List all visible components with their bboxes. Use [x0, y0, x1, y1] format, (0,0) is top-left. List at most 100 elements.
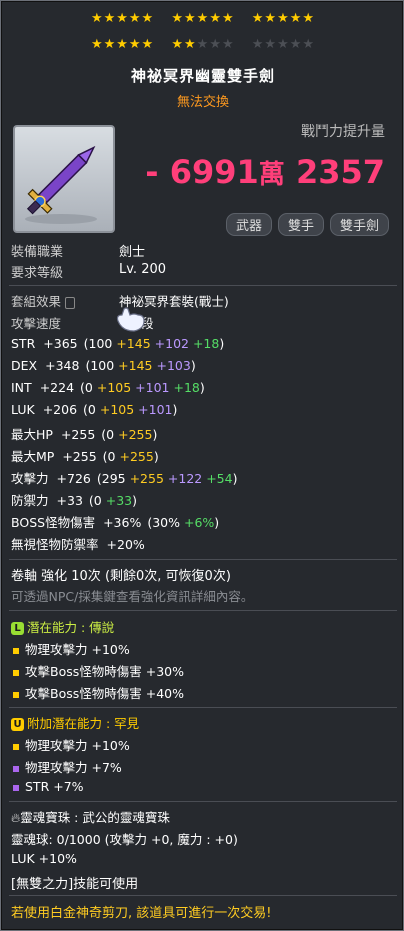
star-group: ★★★★★	[171, 11, 235, 26]
potential-line: 攻擊Boss怪物時傷害 +30%	[11, 661, 184, 680]
stat-total: +348	[45, 358, 80, 373]
item-tooltip: ★★★★★ ★★★★★ ★★★★★ ★★★★★ ★★★★★ ★★★★★ 神祕冥界…	[0, 0, 404, 931]
star-group: ★★★★★	[90, 37, 155, 52]
job-value: 劍士	[119, 245, 146, 260]
stat-part: (0	[88, 493, 106, 508]
combat-power-number-1: - 6991	[145, 153, 259, 191]
divider	[9, 610, 397, 611]
stat-part: )	[172, 402, 178, 417]
divider	[9, 801, 397, 802]
stat-total: +206	[42, 402, 78, 417]
item-name: 神祕冥界幽靈雙手劍	[130, 67, 275, 85]
attack-speed-label: 攻擊速度	[11, 316, 62, 331]
potential-line: STR +7%	[11, 779, 84, 794]
stat-name: DEX	[11, 358, 38, 373]
stat-name: 攻擊力	[11, 471, 49, 486]
stat-part: )	[232, 471, 238, 486]
stat-name: 無視怪物防禦率	[11, 537, 99, 552]
potential-text: STR +7%	[25, 779, 84, 794]
flame-icon: 🔥︎	[11, 810, 21, 825]
lock-icon	[65, 296, 75, 309]
combat-power-label: 戰鬥力提升量	[301, 124, 385, 140]
combat-power-unit: 萬	[258, 160, 285, 190]
stat-part: +145	[116, 336, 151, 351]
stat-part: +105	[99, 402, 135, 417]
stat-total: +365	[43, 336, 78, 351]
stat-total: +36%	[103, 515, 142, 530]
stat-part: +255	[129, 471, 164, 486]
bullet-icon	[13, 691, 19, 698]
stat-part: (0	[102, 449, 120, 464]
potential-line: 物理攻擊力 +7%	[11, 757, 122, 776]
sword-icon	[25, 145, 97, 224]
bonus-potential-header: U 附加潛在能力 : 罕見	[11, 713, 139, 732]
star-force-row-2: ★★★★★ ★★★★★ ★★★★★	[1, 37, 403, 52]
stat-row: 防禦力 +33 (0 +33)	[11, 490, 137, 509]
stat-part: )	[190, 358, 196, 373]
stat-total: +726	[56, 471, 91, 486]
job-label: 裝備職業	[11, 245, 64, 260]
star-group: ★★★★★	[90, 11, 155, 26]
level-label: 要求等級	[11, 266, 64, 281]
stat-total: +255	[62, 449, 97, 464]
footer-trade-hint: 若使用白金神奇剪刀, 該道具可進行一次交易!	[11, 906, 272, 921]
stat-part: (100	[85, 358, 119, 373]
stat-row: BOSS怪物傷害 +36% (30% +6%)	[11, 512, 219, 531]
divider	[9, 559, 397, 560]
bullet-icon	[13, 765, 19, 772]
potential-line: 物理攻擊力 +10%	[11, 735, 130, 754]
stat-part: )	[153, 449, 159, 464]
combat-power-value: - 6991萬 2357	[145, 153, 385, 191]
stat-row: 最大HP +255 (0 +255)	[11, 424, 157, 443]
stat-row: LUK +206 (0 +105 +101)	[11, 402, 177, 417]
scroll-enhance-line: 卷軸 強化 10次 (剩餘0次, 可恢復0次)	[11, 569, 231, 584]
trade-status: 無法交換	[176, 95, 229, 110]
stat-part: +54	[202, 471, 233, 486]
stat-part: (0	[83, 402, 100, 417]
divider	[9, 895, 397, 896]
stat-part: (30%	[147, 515, 184, 530]
stat-part: +102	[150, 336, 189, 351]
stat-part: +105	[96, 380, 132, 395]
divider	[9, 707, 397, 708]
potential-header: L 潛在能力 : 傳說	[11, 617, 114, 636]
stat-total: +224	[39, 380, 75, 395]
star-group: ★★★★★	[251, 11, 316, 26]
stat-part: +122	[163, 471, 203, 486]
divider	[9, 285, 397, 286]
stat-row: DEX +348 (100 +145 +103)	[11, 358, 196, 373]
item-tags: 武器 雙手 雙手劍	[225, 213, 389, 236]
potential-text: 攻擊Boss怪物時傷害 +30%	[25, 664, 184, 679]
bullet-icon	[13, 647, 19, 654]
scroll-hint: 可透過NPC/採集鍵查看強化資訊詳細內容。	[11, 589, 254, 604]
stat-name: INT	[11, 380, 32, 395]
set-effect-label: 套組效果	[11, 291, 75, 310]
tag-two-handed-sword: 雙手劍	[329, 213, 389, 236]
stat-name: 最大MP	[11, 449, 55, 464]
stat-part: +255	[118, 427, 153, 442]
stat-name: STR	[11, 336, 36, 351]
potential-line: 物理攻擊力 +10%	[11, 639, 130, 658]
stat-part: +6%	[183, 515, 215, 530]
stat-part: +18	[188, 336, 220, 351]
stat-part: )	[219, 336, 225, 351]
stat-part: )	[132, 493, 137, 508]
stat-name: LUK	[11, 402, 35, 417]
stat-part: +101	[131, 380, 170, 395]
stat-part: +103	[152, 358, 191, 373]
stat-name: 防禦力	[11, 493, 49, 508]
stat-part: )	[199, 380, 205, 395]
potential-text: 攻擊Boss怪物時傷害 +40%	[25, 686, 184, 701]
unique-grade-icon: U	[11, 718, 24, 731]
stat-part: )	[214, 515, 220, 530]
stat-part: +33	[105, 493, 133, 508]
stat-part: )	[152, 427, 158, 442]
potential-text: 物理攻擊力 +10%	[25, 738, 130, 753]
stat-part: +145	[118, 358, 153, 373]
star-group-empty: ★★★★★	[251, 37, 316, 52]
star-force-row-1: ★★★★★ ★★★★★ ★★★★★	[1, 11, 403, 26]
stat-name: 最大HP	[11, 427, 53, 442]
potential-line: 攻擊Boss怪物時傷害 +40%	[11, 683, 184, 702]
potential-text: 物理攻擊力 +7%	[25, 760, 122, 775]
stat-part: +18	[169, 380, 200, 395]
